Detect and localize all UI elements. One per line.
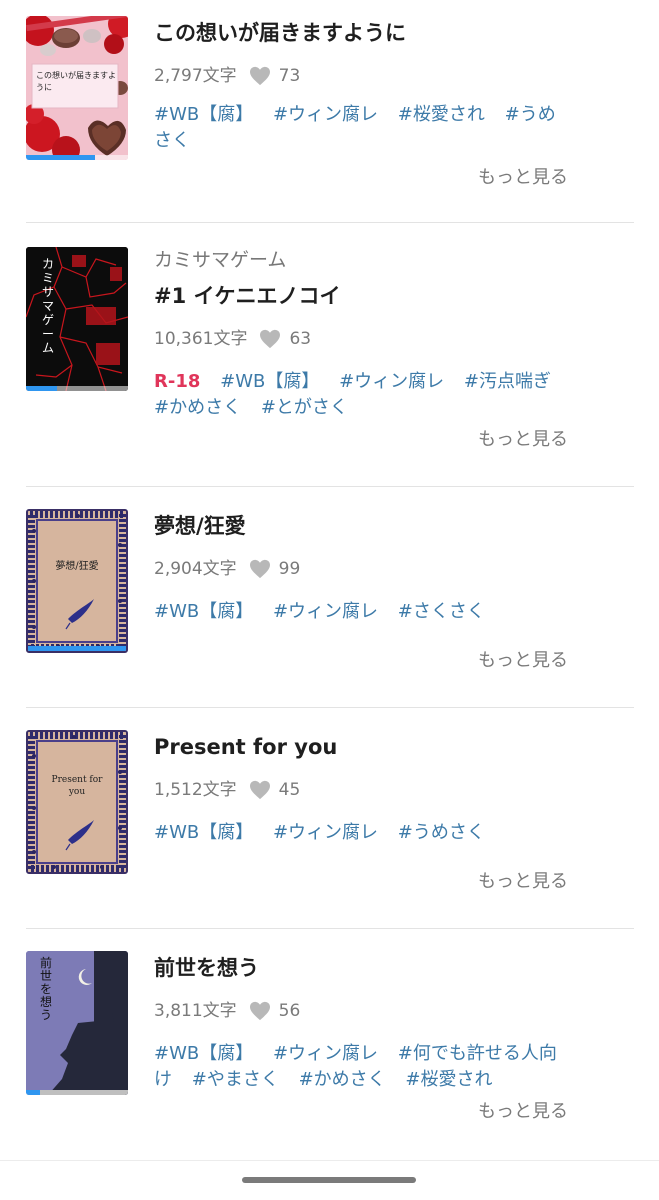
tag-link[interactable]: #ウィン腐レ	[273, 104, 378, 125]
tag-link[interactable]: #ウィン腐レ	[339, 371, 444, 392]
read-progress-bar-2	[26, 386, 57, 391]
read-progress-bar-5	[26, 1090, 41, 1095]
like-count-5: 56	[278, 1001, 301, 1021]
see-more-link-1[interactable]: もっと見る	[478, 163, 568, 189]
tag-link[interactable]: #かめさく	[299, 1069, 386, 1090]
tag-link[interactable]: #WB【腐】	[154, 104, 253, 125]
tag-list-3: #WB【腐】 #ウィン腐レ #さくさく	[154, 599, 566, 625]
cover-title-5: 前世を想う	[40, 956, 53, 1022]
read-progress-bar-1	[26, 155, 96, 160]
series-title-2[interactable]: カミサマゲーム	[154, 247, 574, 273]
tag-link[interactable]: #汚点喘ぎ	[464, 371, 551, 392]
cover-title-4: Present for you	[51, 775, 103, 797]
char-count-1: 2,797文字	[154, 66, 237, 86]
work-cover-5[interactable]: 前世を想う	[26, 951, 128, 1095]
heart-icon	[249, 559, 270, 579]
see-more-link-3[interactable]: もっと見る	[478, 646, 568, 672]
see-more-link-4[interactable]: もっと見る	[478, 867, 568, 893]
see-more-link-5[interactable]: もっと見る	[478, 1097, 568, 1123]
work-item-5[interactable]: 前世を想う 前世を想う 3,811文字 56 #WB【腐】 #ウィン腐レ #何で…	[0, 929, 659, 1160]
progress-track-5	[26, 1090, 128, 1095]
char-count-5: 3,811文字	[154, 1001, 237, 1021]
home-indicator-bar[interactable]	[242, 1177, 416, 1183]
tag-link[interactable]: #WB【腐】	[154, 601, 253, 622]
work-cover-1[interactable]: この想いが届きますように	[26, 16, 128, 160]
tag-link[interactable]: #ウィン腐レ	[273, 822, 378, 843]
tag-link[interactable]: #ウィン腐レ	[273, 1043, 378, 1064]
work-title-3[interactable]: 夢想/狂愛	[154, 511, 574, 541]
heart-icon	[249, 780, 270, 800]
work-cover-2[interactable]: カミサマゲーム	[26, 247, 128, 391]
tag-list-2: R-18 #WB【腐】 #ウィン腐レ #汚点喘ぎ #かめさく #とがさく	[154, 369, 566, 421]
work-title-5[interactable]: 前世を想う	[154, 953, 574, 983]
cover-title-3: 夢想/狂愛	[55, 561, 99, 572]
cover-title-1: この想いが届きますように	[36, 71, 116, 92]
work-title-2[interactable]: #1 イケニエノコイ	[154, 281, 574, 311]
tag-list-5: #WB【腐】 #ウィン腐レ #何でも許せる人向け #やまさく #かめさく #桜愛…	[154, 1041, 566, 1093]
tag-link[interactable]: #桜愛され	[405, 1069, 492, 1090]
heart-icon	[249, 66, 270, 86]
nav-divider	[0, 1160, 659, 1161]
work-item-4[interactable]: Present for you Present for you 1,512文字 …	[0, 708, 659, 928]
tag-link[interactable]: #ウィン腐レ	[273, 601, 378, 622]
heart-icon	[249, 1001, 270, 1021]
cover-art-floral-frame	[28, 732, 126, 872]
cover-title-2: カミサマゲーム	[42, 257, 55, 355]
tag-list-4: #WB【腐】 #ウィン腐レ #うめさく	[154, 820, 566, 846]
tag-link[interactable]: #WB【腐】	[154, 822, 253, 843]
tag-link[interactable]: #うめさく	[398, 822, 485, 843]
work-title-4[interactable]: Present for you	[154, 732, 574, 762]
work-cover-4[interactable]: Present for you	[26, 730, 128, 874]
tag-link[interactable]: #WB【腐】	[154, 1043, 253, 1064]
tag-link[interactable]: #やまさく	[192, 1069, 279, 1090]
tag-link[interactable]: #WB【腐】	[220, 371, 319, 392]
like-count-2: 63	[289, 329, 312, 349]
tag-link[interactable]: #桜愛され	[398, 104, 485, 125]
tag-link[interactable]: #さくさく	[398, 601, 485, 622]
work-cover-3[interactable]: 夢想/狂愛	[26, 509, 128, 653]
like-count-1: 73	[278, 66, 301, 86]
tag-list-1: #WB【腐】 #ウィン腐レ #桜愛され #うめさく	[154, 102, 566, 154]
see-more-link-2[interactable]: もっと見る	[478, 425, 568, 451]
char-count-3: 2,904文字	[154, 559, 237, 579]
work-item-1[interactable]: この想いが届きますように この想いが届きますように 2,797文字 73 #WB…	[0, 0, 659, 222]
char-count-2: 10,361文字	[154, 329, 248, 349]
heart-icon	[260, 329, 281, 349]
work-title-1[interactable]: この想いが届きますように	[154, 18, 574, 48]
like-count-3: 99	[278, 559, 301, 579]
like-count-4: 45	[278, 780, 301, 800]
work-item-3[interactable]: 夢想/狂愛 夢想/狂愛 2,904文字 99 #WB【腐】 #ウィン腐レ #さく…	[0, 487, 659, 707]
r18-badge: R-18	[154, 371, 201, 392]
char-count-4: 1,512文字	[154, 780, 237, 800]
read-progress-bar-3	[28, 646, 126, 651]
tag-link[interactable]: #とがさく	[261, 397, 348, 418]
work-item-2[interactable]: カミサマゲーム カミサマゲーム #1 イケニエノコイ 10,361文字 63 R…	[0, 223, 659, 486]
cover-art-floral-frame	[28, 511, 126, 651]
tag-link[interactable]: #かめさく	[154, 397, 241, 418]
